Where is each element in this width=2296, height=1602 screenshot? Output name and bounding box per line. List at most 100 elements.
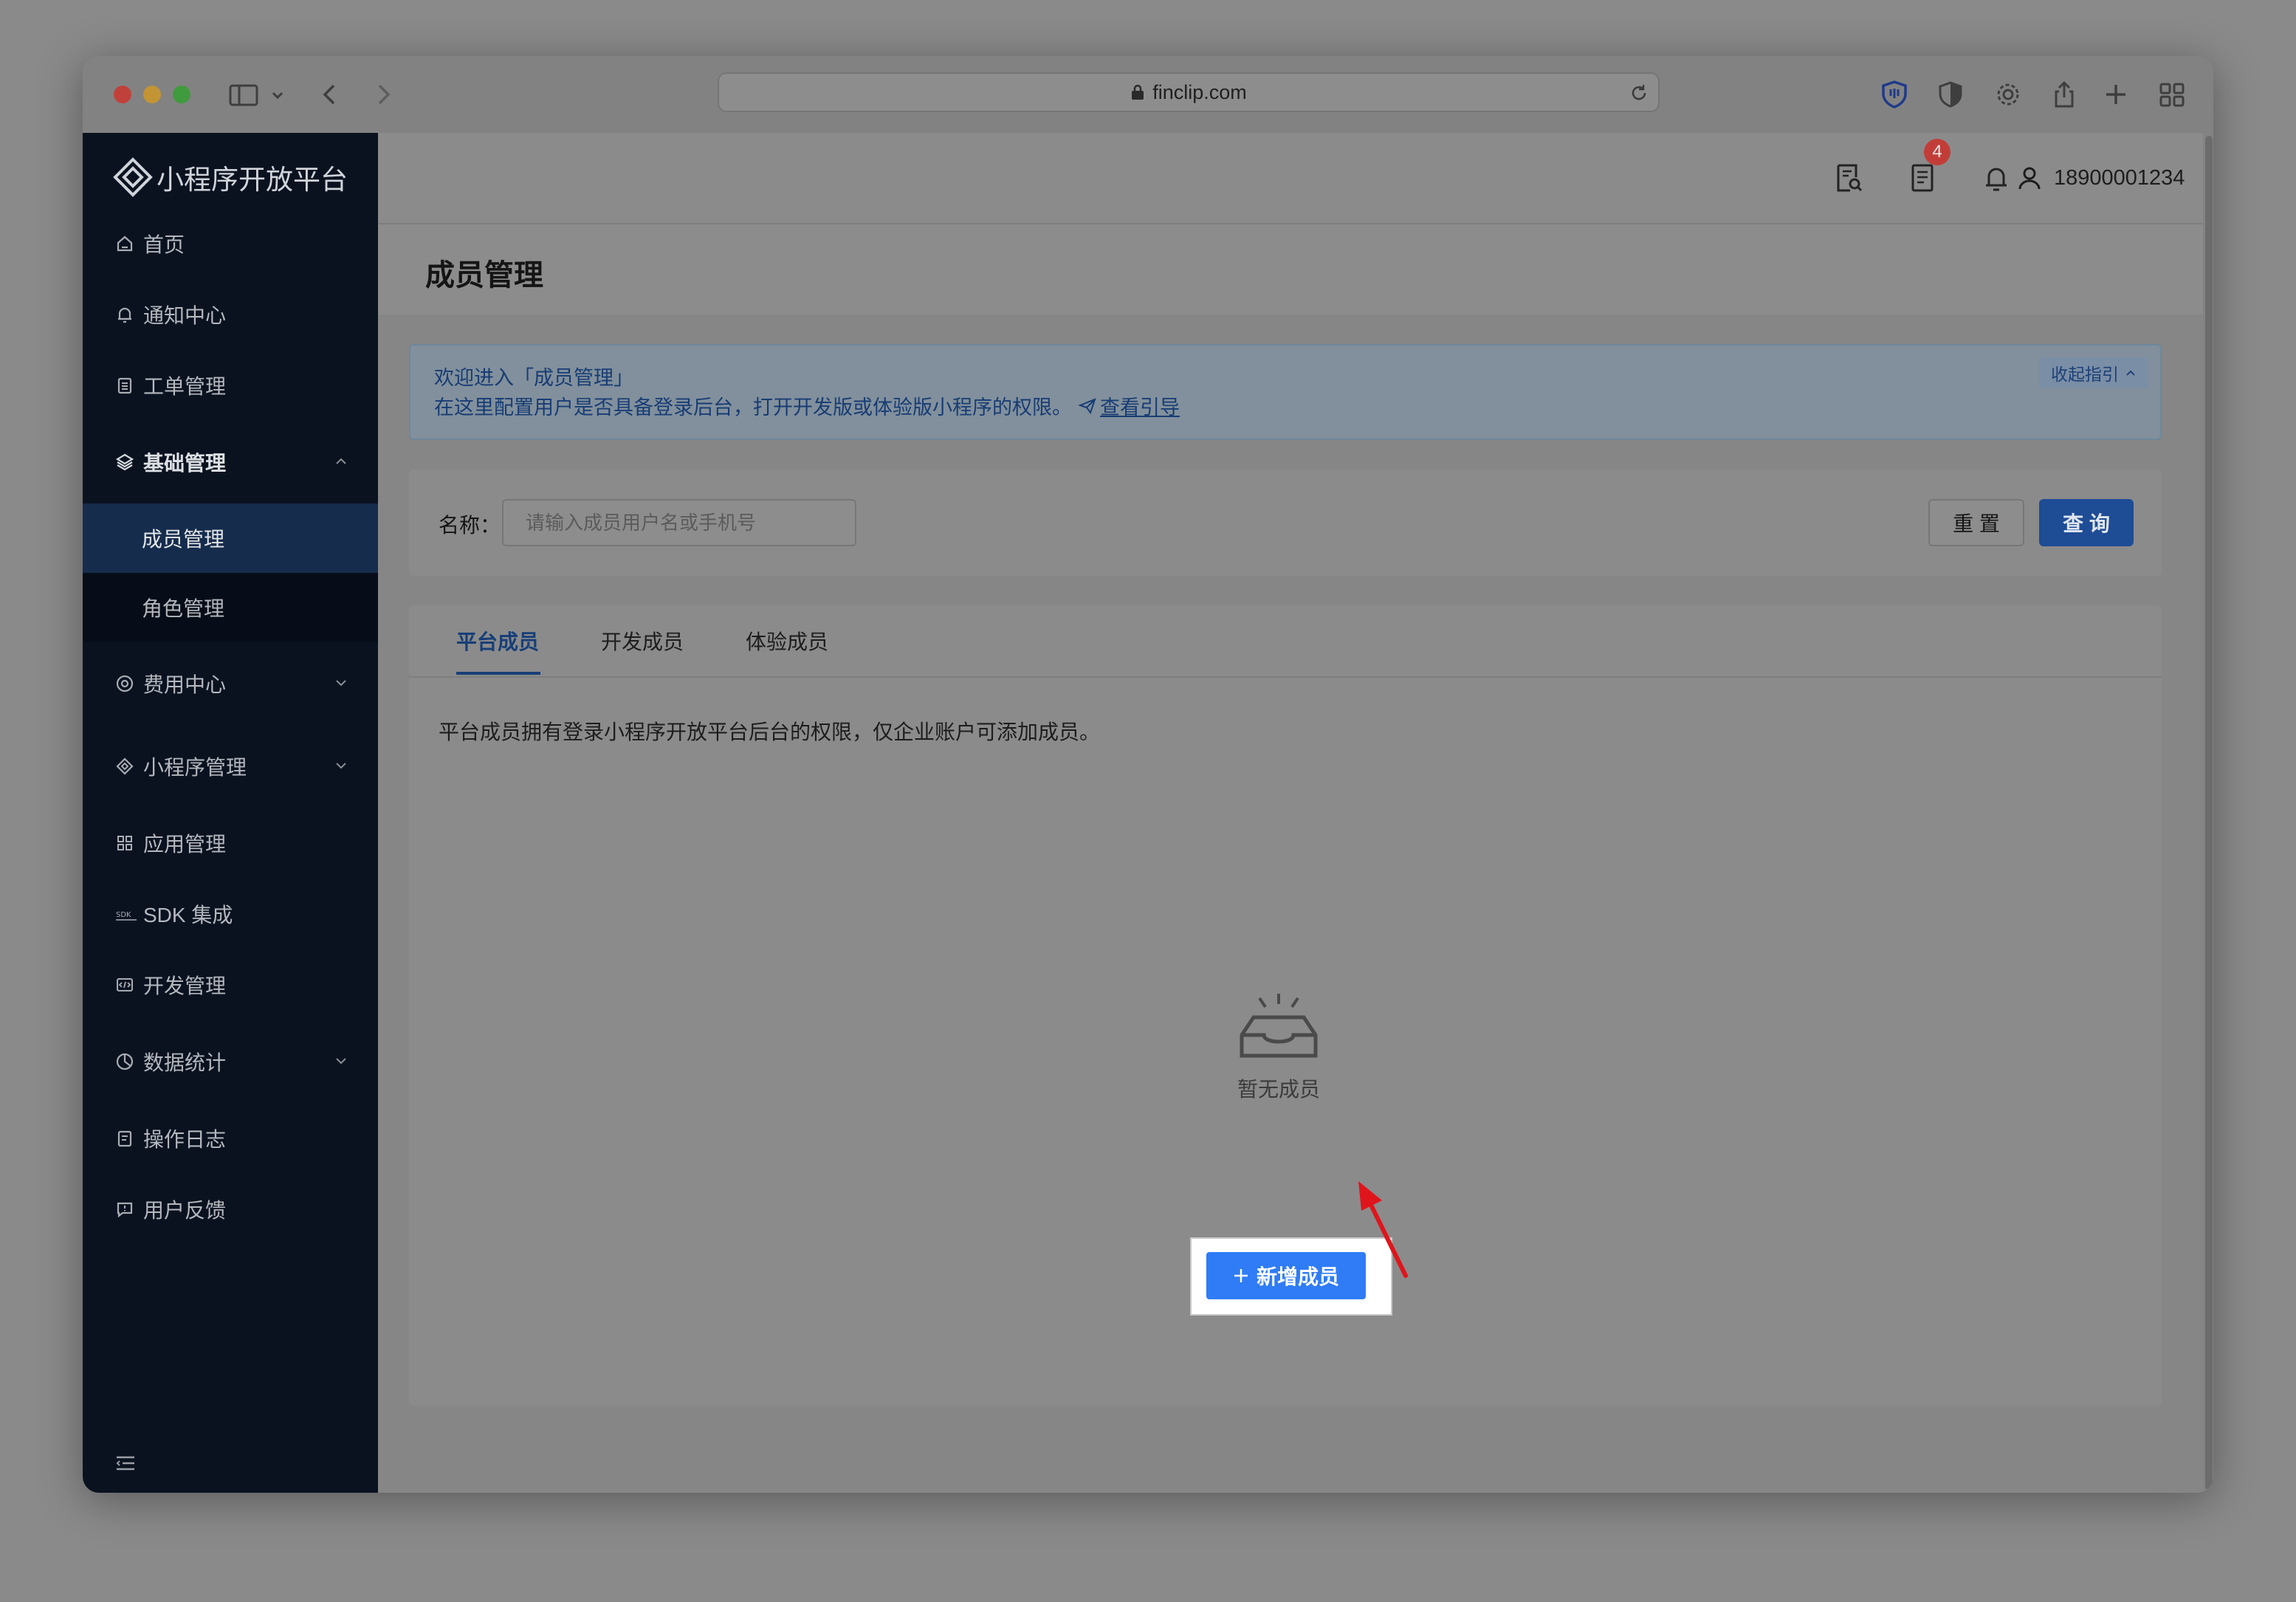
user-icon [2017, 165, 2042, 190]
name-filter-label: 名称： [439, 514, 501, 537]
code-window-icon [115, 975, 134, 994]
sidebar-item-label: 应用管理 [143, 833, 227, 856]
document-search-icon[interactable] [1834, 162, 1863, 193]
members-card: 平台成员 开发成员 体验成员 平台成员拥有登录小程序开放平台后台的权限，仅企业账… [409, 605, 2162, 1406]
back-arrow-icon[interactable] [316, 80, 346, 109]
notification-badge: 4 [1924, 139, 1950, 165]
logo-diamond-icon [112, 157, 154, 198]
sidebar-item-label: 角色管理 [142, 597, 225, 620]
sidebar-item-home[interactable]: 首页 [83, 214, 378, 273]
sidebar-item-label: 基础管理 [143, 452, 227, 475]
sidebar-item-miniprogram-management[interactable]: 小程序管理 [83, 737, 378, 796]
sidebar-item-label: 成员管理 [142, 528, 225, 551]
collapse-guide-label: 收起指引 [2051, 365, 2119, 384]
sidebar-item-label: 费用中心 [143, 673, 227, 696]
user-menu[interactable]: 18900001234 [2017, 162, 2185, 193]
tab-dev-members[interactable]: 开发成员 [601, 605, 684, 676]
close-window-button[interactable] [114, 86, 131, 103]
logo-text: 小程序开放平台 [157, 165, 348, 195]
shield-extension-icon[interactable] [1880, 80, 1909, 109]
layers-icon [115, 453, 134, 472]
address-text: finclip.com [1152, 80, 1247, 103]
sidebar-item-label: 用户反馈 [143, 1199, 227, 1222]
sidebar-subitem-member-management[interactable]: 成员管理 [83, 503, 378, 573]
sidebar-toggle-icon[interactable] [227, 80, 263, 109]
pie-chart-icon [115, 1052, 134, 1071]
banner-description: 在这里配置用户是否具备登录后台，打开开发版或体验版小程序的权限。 查看引导 [434, 391, 1180, 420]
document-list-icon[interactable] [1908, 162, 1937, 193]
sidebar-item-tickets[interactable]: 工单管理 [83, 356, 378, 415]
minimize-window-button[interactable] [143, 86, 161, 103]
guide-banner: 欢迎进入「成员管理」 在这里配置用户是否具备登录后台，打开开发版或体验版小程序的… [409, 344, 2162, 440]
sidebar: 小程序开放平台 首页 通知中心 工单管理 基础管理 成员管理 角色管理 费用中心 [83, 133, 378, 1493]
sidebar-item-label: 首页 [143, 233, 185, 256]
gear-icon[interactable] [1993, 80, 2023, 109]
tab-platform-members[interactable]: 平台成员 [456, 605, 539, 676]
chevron-down-icon[interactable] [269, 80, 286, 109]
sidebar-item-label: 通知中心 [143, 304, 227, 327]
home-icon [115, 234, 134, 253]
sidebar-item-label: 数据统计 [143, 1051, 227, 1074]
banner-text: 在这里配置用户是否具备登录后台，打开开发版或体验版小程序的权限。 [434, 396, 1072, 419]
grid-icon [115, 833, 134, 853]
chevron-up-icon [2125, 368, 2137, 377]
username-text: 18900001234 [2054, 165, 2185, 190]
view-guide-link[interactable]: 查看引导 [1100, 391, 1180, 420]
browser-window: finclip.com 小程序开放平台 首页 通知中心 工单管理 基础管理 成员… [83, 56, 2213, 1493]
sidebar-item-basic-management[interactable]: 基础管理 [83, 433, 378, 492]
privacy-shield-icon[interactable] [1936, 80, 1965, 109]
menu-collapse-icon[interactable] [114, 1453, 137, 1474]
chevron-up-icon [334, 456, 348, 467]
member-tabs: 平台成员 开发成员 体验成员 [409, 605, 2162, 678]
scrollbar-thumb[interactable] [2205, 136, 2213, 1490]
banner-title: 欢迎进入「成员管理」 [434, 367, 633, 389]
tab-trial-members[interactable]: 体验成员 [746, 605, 828, 676]
coin-icon [115, 674, 134, 693]
bell-icon[interactable] [1981, 162, 2011, 193]
chevron-down-icon [334, 678, 348, 688]
browser-titlebar: finclip.com [83, 56, 2213, 134]
top-header: 4 18900001234 [378, 133, 2206, 224]
sidebar-item-statistics[interactable]: 数据统计 [83, 1032, 378, 1091]
sidebar-subitem-role-management[interactable]: 角色管理 [83, 573, 378, 642]
page-title: 成员管理 [425, 259, 543, 292]
sidebar-item-notifications[interactable]: 通知中心 [83, 285, 378, 344]
diamond-icon [115, 757, 134, 776]
member-search-input[interactable] [502, 499, 856, 546]
sidebar-item-feedback[interactable]: 用户反馈 [83, 1180, 378, 1239]
collapse-guide-button[interactable]: 收起指引 [2039, 357, 2148, 388]
clipboard-icon [115, 376, 134, 395]
send-icon [1078, 396, 1097, 416]
new-tab-icon[interactable] [2101, 80, 2131, 109]
main-content: 4 18900001234 成员管理 欢迎进入「成员管理」 在这里配置用户是否具… [378, 133, 2213, 1493]
sidebar-item-operation-log[interactable]: 操作日志 [83, 1109, 378, 1168]
plus-icon [1233, 1268, 1249, 1284]
sidebar-item-dev-management[interactable]: 开发管理 [83, 955, 378, 1014]
share-icon[interactable] [2049, 80, 2079, 109]
sidebar-item-sdk[interactable]: SDK SDK 集成 [83, 884, 378, 943]
sidebar-item-billing[interactable]: 费用中心 [83, 654, 378, 713]
add-member-button[interactable]: 新增成员 [1206, 1252, 1366, 1299]
add-member-label: 新增成员 [1256, 1265, 1339, 1288]
log-icon [115, 1129, 134, 1148]
address-bar[interactable]: finclip.com [718, 72, 1660, 112]
sidebar-item-label: 小程序管理 [143, 756, 247, 779]
reload-icon[interactable] [1629, 83, 1649, 103]
feedback-icon [115, 1200, 134, 1219]
active-tab-indicator [456, 672, 540, 675]
sidebar-item-app-management[interactable]: 应用管理 [83, 814, 378, 873]
filter-panel: 名称： 重 置 查 询 [409, 470, 2162, 576]
reset-button[interactable]: 重 置 [1928, 499, 2024, 546]
forward-arrow-icon[interactable] [368, 80, 397, 109]
maximize-window-button[interactable] [173, 86, 190, 103]
chevron-down-icon [334, 760, 348, 771]
query-button[interactable]: 查 询 [2039, 499, 2134, 546]
empty-inbox-icon [1237, 992, 1320, 1060]
svg-text:SDK: SDK [116, 911, 131, 919]
sidebar-item-label: 工单管理 [143, 375, 227, 398]
logo[interactable]: 小程序开放平台 [112, 155, 348, 199]
tab-overview-icon[interactable] [2157, 80, 2187, 109]
lock-icon [1130, 84, 1145, 100]
sdk-icon: SDK [115, 904, 137, 924]
sidebar-item-label: 操作日志 [143, 1128, 227, 1151]
